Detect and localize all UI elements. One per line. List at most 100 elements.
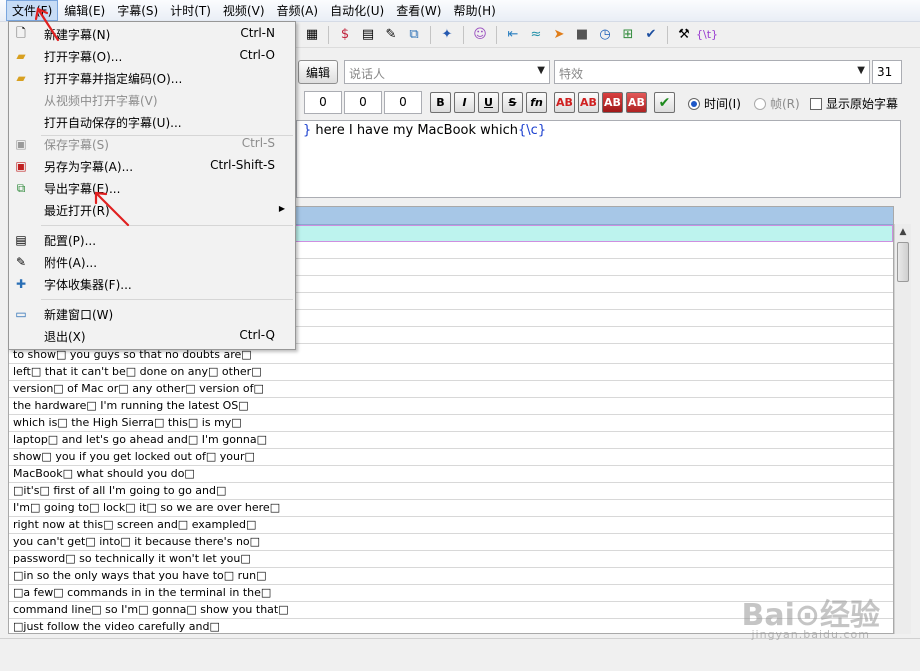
menu-subtitle[interactable]: 字幕(S) <box>111 0 164 21</box>
stop-icon[interactable]: ■ <box>572 25 592 45</box>
open-folder-icon: ▰ <box>16 49 26 63</box>
menu-timing[interactable]: 计时(T) <box>164 0 217 21</box>
shadow-color-button[interactable]: AB <box>626 92 647 113</box>
tools-icon[interactable]: ⚒ <box>674 25 694 45</box>
chevron-down-icon: ▼ <box>537 65 545 76</box>
spellcheck-icon[interactable]: ✔ <box>641 25 661 45</box>
effect-combo[interactable]: 特效 ▼ <box>554 60 870 84</box>
frame-radio[interactable]: 帧(R) <box>754 95 800 112</box>
open-encoding-icon: ▰ <box>16 71 26 85</box>
edit-header-row: 编辑 说话人 ▼ 特效 ▼ 31 <box>296 58 916 86</box>
table-row[interactable]: which is□ the High Sierra□ this□ is my□ <box>9 415 893 432</box>
menu-attachments[interactable]: ✎ 附件(A)... <box>9 251 295 273</box>
table-row[interactable]: laptop□ and let's go ahead and□ I'm gonn… <box>9 432 893 449</box>
table-row[interactable]: □it's□ first of all I'm going to go and□ <box>9 483 893 500</box>
properties-icon[interactable]: ▤ <box>358 25 378 45</box>
menu-export-subtitle[interactable]: ⧉ 导出字幕(E)... <box>9 177 295 199</box>
table-row[interactable]: version□ of Mac or□ any other□ version o… <box>9 381 893 398</box>
menu-open-autosave[interactable]: 打开自动保存的字幕(U)... <box>9 111 295 133</box>
resample-icon[interactable]: ⊞ <box>618 25 638 45</box>
menu-recent[interactable]: 最近打开(R) ▶ <box>9 199 295 221</box>
menu-audio[interactable]: 音频(A) <box>271 0 325 21</box>
table-row[interactable]: you can't get□ into□ it because there's … <box>9 534 893 551</box>
menu-automation[interactable]: 自动化(U) <box>324 0 390 21</box>
menu-new-window[interactable]: ▭ 新建窗口(W) <box>9 303 295 325</box>
table-row[interactable]: show□ you if you get locked out of□ your… <box>9 449 893 466</box>
scrollbar-thumb[interactable] <box>897 242 909 282</box>
toolbar-separator <box>430 25 431 44</box>
timer-icon[interactable]: ◷ <box>595 25 615 45</box>
margin-left-field[interactable]: 0 <box>304 91 342 114</box>
time-radio[interactable]: 时间(I) <box>688 95 741 112</box>
layer-field[interactable]: 31 <box>872 60 902 84</box>
save-disk-icon: ▣ <box>15 137 27 151</box>
subtitle-text-editor[interactable]: } here I have my MacBook which{\c} <box>296 120 901 198</box>
subtitle-text: here I have my MacBook which <box>315 123 519 138</box>
paperclip-icon: ✎ <box>15 255 27 269</box>
video-frame-icon[interactable]: ▦ <box>302 25 322 45</box>
menu-open-from-video[interactable]: 从视频中打开字幕(V) <box>9 89 295 111</box>
menu-bar: 文件(F) 编辑(E) 字幕(S) 计时(T) 视频(V) 音频(A) 自动化(… <box>0 0 920 22</box>
menu-view[interactable]: 查看(W) <box>390 0 447 21</box>
menu-new-subtitle[interactable]: 🗋 新建字幕(N) Ctrl-N <box>9 23 295 45</box>
menu-help[interactable]: 帮助(H) <box>447 0 501 21</box>
menu-file[interactable]: 文件(F) <box>6 0 59 21</box>
export-subtitle-icon: ⧉ <box>16 180 26 195</box>
table-row[interactable]: MacBook□ what should you do□ <box>9 466 893 483</box>
frame-radio-label: 帧(R) <box>770 97 800 111</box>
config-clipboard-icon: ▤ <box>15 233 27 247</box>
menu-save-subtitle[interactable]: ▣ 保存字幕(S) Ctrl-S <box>9 133 295 155</box>
menu-separator <box>41 299 293 300</box>
outline-color-button[interactable]: AB <box>602 92 623 113</box>
table-row[interactable]: right now at this□ screen and□ exampled□ <box>9 517 893 534</box>
menu-config[interactable]: ▤ 配置(P)... <box>9 229 295 251</box>
attachment-icon[interactable]: ✎ <box>381 25 401 45</box>
toolbar: ▦ $ ▤ ✎ ⧉ ✦ ☺ ⇤ ≈ ➤ ■ ◷ ⊞ ✔ ⚒ {\t} <box>296 22 920 48</box>
menu-font-collector[interactable]: ✚ 字体收集器(F)... <box>9 273 295 295</box>
commit-check-icon[interactable]: ✔ <box>654 92 675 113</box>
secondary-color-button[interactable]: AB <box>578 92 599 113</box>
primary-color-button[interactable]: AB <box>554 92 575 113</box>
window-icon: ▭ <box>15 307 27 321</box>
grid-scrollbar[interactable]: ▲ <box>894 224 911 634</box>
effect-placeholder: 特效 <box>559 67 584 81</box>
show-original-checkbox[interactable]: 显示原始字幕 <box>810 95 898 112</box>
italic-button[interactable]: I <box>454 92 475 113</box>
new-file-icon: 🗋 <box>16 25 26 40</box>
actor-combo[interactable]: 说话人 ▼ <box>344 60 550 84</box>
table-row[interactable]: the hardware□ I'm running the latest OS□ <box>9 398 893 415</box>
shift-times-icon[interactable]: ⇤ <box>503 25 523 45</box>
edit-button[interactable]: 编辑 <box>298 60 338 84</box>
font-button[interactable]: fn <box>526 92 547 113</box>
newline-tag-icon[interactable]: {\t} <box>696 25 718 45</box>
automation-icon[interactable]: ✦ <box>437 25 457 45</box>
menu-exit[interactable]: 退出(X) Ctrl-Q <box>9 325 295 347</box>
radio-selected-icon <box>688 97 700 110</box>
menu-save-as[interactable]: ▣ 另存为字幕(A)... Ctrl-Shift-S <box>9 155 295 177</box>
table-row[interactable]: □in so the only ways that you have to□ r… <box>9 568 893 585</box>
table-row[interactable]: password□ so technically it won't let yo… <box>9 551 893 568</box>
menu-open-subtitle[interactable]: ▰ 打开字幕(O)... Ctrl-O <box>9 45 295 67</box>
menu-video[interactable]: 视频(V) <box>217 0 271 21</box>
assistant-icon[interactable]: ☺ <box>470 25 490 45</box>
strikeout-button[interactable]: S <box>502 92 523 113</box>
underline-button[interactable]: U <box>478 92 499 113</box>
toolbar-separator <box>496 25 497 44</box>
styles-icon[interactable]: $ <box>335 25 355 45</box>
submenu-arrow-icon: ▶ <box>278 204 285 213</box>
toolbar-separator <box>667 25 668 44</box>
status-bar <box>0 638 920 671</box>
radio-unselected-icon <box>754 97 766 110</box>
scroll-up-icon[interactable]: ▲ <box>895 224 911 241</box>
margin-vert-field[interactable]: 0 <box>384 91 422 114</box>
time-radio-label: 时间(I) <box>704 97 741 111</box>
fish-icon[interactable]: ➤ <box>549 25 569 45</box>
table-row[interactable]: left□ that it can't be□ done on any□ oth… <box>9 364 893 381</box>
export-icon[interactable]: ⧉ <box>404 25 424 45</box>
wave-icon[interactable]: ≈ <box>526 25 546 45</box>
menu-edit[interactable]: 编辑(E) <box>58 0 111 21</box>
table-row[interactable]: I'm□ going to□ lock□ it□ so we are over … <box>9 500 893 517</box>
margin-right-field[interactable]: 0 <box>344 91 382 114</box>
bold-button[interactable]: B <box>430 92 451 113</box>
menu-open-with-encoding[interactable]: ▰ 打开字幕并指定编码(O)... <box>9 67 295 89</box>
